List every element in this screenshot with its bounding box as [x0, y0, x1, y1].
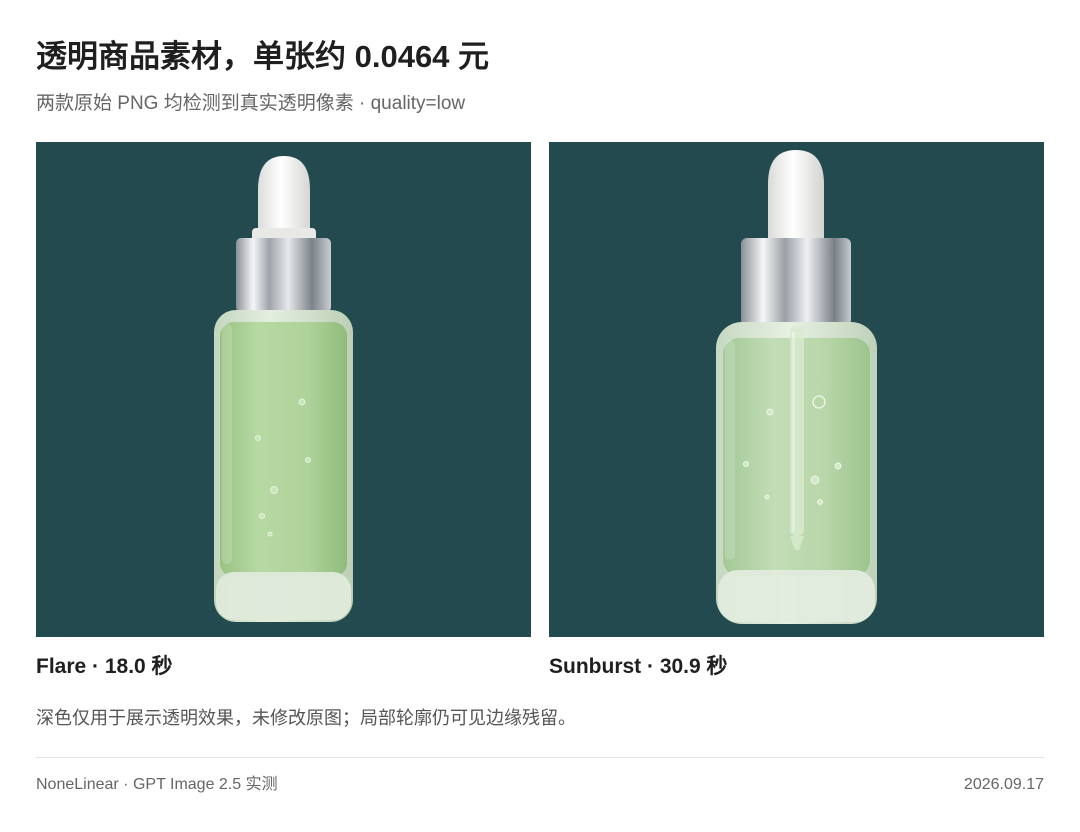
caption-sunburst: Sunburst · 30.9 秒: [549, 655, 728, 678]
serum-bottle-image-sunburst: [716, 150, 877, 624]
silver-collar: [236, 238, 331, 312]
dropper-bulb: [768, 150, 824, 242]
product-image-panel-flare: [36, 142, 531, 637]
footer-source: NoneLinear · GPT Image 2.5 实测: [36, 776, 278, 793]
footer-date: 2026.09.17: [963, 776, 1044, 793]
footnote: 深色仅用于展示透明效果，未修改原图；局部轮廓仍可见边缘残留。: [36, 708, 576, 728]
serum-liquid: [220, 322, 347, 577]
serum-bottle-image-flare: [214, 156, 353, 622]
divider: [36, 757, 1044, 758]
page-subtitle: 两款原始 PNG 均检测到真实透明像素 · quality=low: [36, 93, 466, 114]
product-image-panel-sunburst: [549, 142, 1044, 637]
caption-flare: Flare · 18.0 秒: [36, 655, 173, 678]
page-title: 透明商品素材，单张约 0.0464 元: [36, 39, 490, 74]
silver-collar: [741, 238, 851, 326]
